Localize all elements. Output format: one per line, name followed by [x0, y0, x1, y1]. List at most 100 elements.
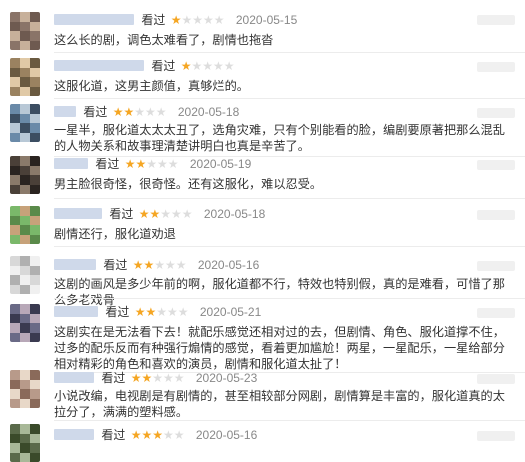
review-meta: 看过 ★★★★★ 2020-05-19: [54, 156, 251, 172]
username[interactable]: [54, 158, 88, 169]
review-comment: 剧情还行，服化道劝退: [54, 227, 176, 241]
username[interactable]: [54, 60, 144, 71]
divider: [54, 298, 525, 299]
star-empty-icon: ★: [181, 13, 193, 27]
avatar[interactable]: [10, 206, 40, 244]
divider: [54, 420, 525, 421]
star-empty-icon: ★: [167, 157, 179, 171]
watch-status: 看过: [105, 305, 130, 319]
username[interactable]: [54, 429, 94, 440]
star-filled-icon: ★: [152, 428, 163, 442]
star-filled-icon: ★: [112, 105, 124, 119]
username[interactable]: [54, 259, 96, 270]
avatar[interactable]: [10, 12, 40, 50]
avatar[interactable]: [10, 370, 40, 408]
useful-votes[interactable]: [477, 374, 515, 384]
star-empty-icon: ★: [203, 13, 214, 27]
avatar[interactable]: [10, 256, 40, 294]
star-empty-icon: ★: [173, 371, 185, 385]
star-filled-icon: ★: [145, 305, 157, 319]
review-comment: 男主脸很奇怪，很奇怪。还有这服化，难以忍受。: [54, 177, 323, 191]
star-filled-icon: ★: [123, 105, 135, 119]
review-date: 2020-05-18: [177, 105, 240, 119]
review-meta: 看过 ★★★★★ 2020-05-21: [54, 304, 261, 320]
username[interactable]: [54, 208, 102, 219]
useful-votes[interactable]: [477, 62, 515, 72]
useful-votes[interactable]: [477, 308, 515, 318]
star-empty-icon: ★: [202, 59, 213, 73]
avatar[interactable]: [10, 156, 40, 194]
star-empty-icon: ★: [192, 13, 203, 27]
divider: [54, 246, 525, 247]
useful-votes[interactable]: [477, 15, 515, 25]
star-filled-icon: ★: [130, 428, 142, 442]
username[interactable]: [54, 14, 134, 25]
review-meta: 看过 ★★★★★ 2020-05-18: [54, 104, 239, 120]
useful-votes[interactable]: [477, 261, 515, 271]
star-filled-icon: ★: [141, 428, 153, 442]
review-meta: 看过 ★★★★★ 2020-05-23: [54, 370, 257, 386]
star-empty-icon: ★: [157, 157, 168, 171]
star-filled-icon: ★: [138, 207, 150, 221]
star-filled-icon: ★: [130, 371, 142, 385]
star-filled-icon: ★: [124, 157, 136, 171]
review-date: 2020-05-15: [235, 13, 298, 27]
star-empty-icon: ★: [160, 207, 171, 221]
useful-votes[interactable]: [477, 160, 515, 170]
rating-stars: ★★★★★: [171, 12, 225, 28]
star-empty-icon: ★: [171, 207, 182, 221]
review-meta: 看过 ★★★★★: [54, 58, 235, 74]
useful-votes[interactable]: [477, 431, 515, 441]
star-empty-icon: ★: [167, 305, 178, 319]
divider: [54, 98, 525, 99]
avatar[interactable]: [10, 304, 40, 342]
useful-votes[interactable]: [477, 210, 515, 220]
review-date: 2020-05-21: [199, 305, 262, 319]
review-date: 2020-05-19: [189, 157, 252, 171]
username[interactable]: [54, 106, 76, 117]
star-empty-icon: ★: [155, 105, 167, 119]
review-feed: 看过 ★★★★★ 2020-05-15 这么长的剧，调色太难看了，剧情也拖沓 看…: [0, 0, 525, 462]
review-date: 2020-05-23: [195, 371, 258, 385]
star-empty-icon: ★: [146, 157, 157, 171]
star-empty-icon: ★: [152, 371, 163, 385]
review-meta: 看过 ★★★★★ 2020-05-16: [54, 257, 259, 273]
review-comment: 一星半，服化道太太太丑了，选角灾难，只有个别能看的脸，编剧要原著把那么混乱的人物…: [54, 123, 505, 153]
avatar[interactable]: [10, 58, 40, 96]
review-date: 2020-05-18: [203, 207, 266, 221]
rating-stars: ★★★★★: [133, 257, 187, 273]
star-empty-icon: ★: [154, 258, 165, 272]
star-empty-icon: ★: [181, 207, 193, 221]
star-empty-icon: ★: [163, 371, 174, 385]
review-meta: 看过 ★★★★★ 2020-05-15: [54, 12, 297, 28]
watch-status: 看过: [83, 105, 108, 119]
star-empty-icon: ★: [191, 59, 203, 73]
watch-status: 看过: [141, 13, 166, 27]
star-filled-icon: ★: [132, 258, 144, 272]
watch-status: 看过: [95, 157, 120, 171]
star-filled-icon: ★: [135, 157, 147, 171]
rating-stars: ★★★★★: [125, 156, 179, 172]
star-empty-icon: ★: [145, 105, 156, 119]
review-comment: 这么长的剧，调色太难看了，剧情也拖沓: [54, 33, 274, 47]
review-meta: 看过 ★★★★★ 2020-05-18: [54, 206, 265, 222]
username[interactable]: [54, 306, 98, 317]
username[interactable]: [54, 372, 94, 383]
star-empty-icon: ★: [223, 59, 235, 73]
star-filled-icon: ★: [170, 13, 182, 27]
watch-status: 看过: [151, 59, 176, 73]
useful-votes[interactable]: [477, 108, 515, 118]
watch-status: 看过: [103, 258, 128, 272]
star-empty-icon: ★: [165, 258, 176, 272]
rating-stars: ★★★★★: [113, 104, 167, 120]
star-filled-icon: ★: [180, 59, 192, 73]
review-comment: 这服化道，这男主颜值，真够烂的。: [54, 79, 249, 93]
star-empty-icon: ★: [175, 258, 187, 272]
star-empty-icon: ★: [173, 428, 185, 442]
avatar[interactable]: [10, 424, 40, 462]
watch-status: 看过: [101, 371, 126, 385]
avatar[interactable]: [10, 104, 40, 142]
review-date: 2020-05-16: [197, 258, 260, 272]
review-comment: 这剧实在是无法看下去！就配乐感觉还相对过的去，但剧情、角色、服化道撑不住，过多的…: [54, 325, 505, 371]
rating-stars: ★★★★★: [135, 304, 189, 320]
